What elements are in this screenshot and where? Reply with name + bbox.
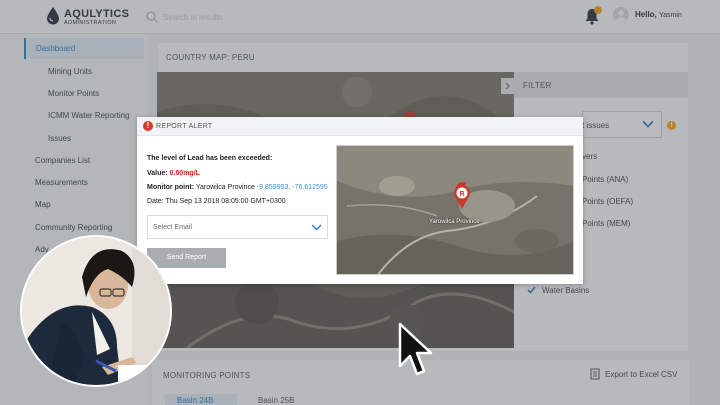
monitor-place: Yarowilca Province — [195, 184, 255, 191]
date-value: Thu Sep 13 2018 08:05:00 GMT+0300 — [165, 198, 286, 205]
send-report-button[interactable]: Send Report — [147, 248, 226, 268]
monitor-label: Monitor point: — [147, 184, 195, 191]
date-row: Date: Thu Sep 13 2018 08:05:00 GMT+0300 — [147, 198, 286, 205]
modal-header: ! REPORT ALERT — [137, 117, 583, 136]
alert-headline: The level of Lead has been exceeded: — [147, 155, 273, 162]
map-location-label: Yarowilca Province — [429, 219, 480, 225]
satellite-map-image: R — [337, 146, 573, 274]
monitor-coordinates[interactable]: -9.859953, -76.612595 — [257, 184, 328, 191]
select-email-dropdown[interactable]: Select Email — [147, 215, 328, 239]
modal-title: REPORT ALERT — [156, 123, 213, 130]
alert-icon: ! — [143, 121, 153, 131]
mouse-pointer-icon — [398, 322, 433, 376]
alert-value-row: Value: 0.80mg/L — [147, 170, 200, 177]
presenter-video — [20, 235, 172, 387]
report-alert-modal: ! REPORT ALERT The level of Lead has bee… — [137, 117, 583, 284]
email-placeholder: Select Email — [153, 224, 192, 231]
value-label: Value: — [147, 170, 168, 177]
chevron-down-icon — [311, 224, 322, 231]
alert-location-map[interactable]: R Yarowilca Province — [336, 145, 574, 275]
value-amount: 0.80mg/L — [169, 170, 200, 177]
presenter-photo — [22, 237, 170, 385]
map-marker-letter: R — [459, 191, 464, 198]
monitor-point-row: Monitor point: Yarowilca Province -9.859… — [147, 184, 328, 191]
date-label: Date: — [147, 198, 164, 205]
